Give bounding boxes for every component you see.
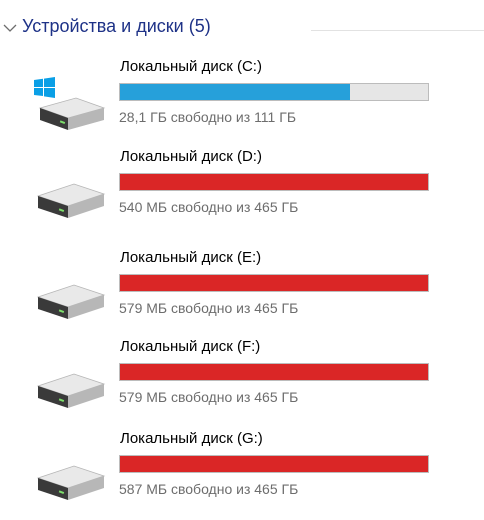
drive-label: Локальный диск (C:) <box>120 58 262 75</box>
drive-free-space: 540 МБ свободно из 465 ГБ <box>119 199 299 215</box>
windows-logo-icon <box>34 77 55 98</box>
drive-usage-bar <box>119 363 429 381</box>
drive-usage-fill <box>120 84 351 100</box>
drive-usage-fill <box>120 456 428 472</box>
group-divider <box>311 30 484 31</box>
drive-label: Локальный диск (D:) <box>120 148 262 165</box>
drive-free-space: 579 МБ свободно из 465 ГБ <box>119 389 299 405</box>
hard-drive-icon <box>36 183 106 218</box>
drive-label: Локальный диск (G:) <box>120 430 263 447</box>
group-header-devices[interactable]: Устройства и диски (5) <box>0 12 484 48</box>
hard-drive-icon <box>36 465 106 500</box>
drive-usage-fill <box>120 364 428 380</box>
windows-system-drive-icon <box>34 77 106 130</box>
drive-usage-bar <box>119 173 429 191</box>
drive-usage-fill <box>120 275 428 291</box>
drive-usage-bar <box>119 83 429 101</box>
drive-item-g[interactable]: Локальный диск (G:) 587 МБ свободно из 4… <box>0 430 484 520</box>
drive-free-space: 28,1 ГБ свободно из 111 ГБ <box>119 109 297 125</box>
drive-label: Локальный диск (F:) <box>120 338 261 355</box>
chevron-down-icon[interactable] <box>3 23 17 33</box>
drive-item-f[interactable]: Локальный диск (F:) 579 МБ свободно из 4… <box>0 338 484 428</box>
drive-item-d[interactable]: Локальный диск (D:) 540 МБ свободно из 4… <box>0 148 484 238</box>
drive-free-space: 579 МБ свободно из 465 ГБ <box>119 300 299 316</box>
drive-usage-bar <box>119 274 429 292</box>
drive-free-space: 587 МБ свободно из 465 ГБ <box>119 481 299 497</box>
drive-label: Локальный диск (E:) <box>120 249 262 266</box>
drive-item-e[interactable]: Локальный диск (E:) 579 МБ свободно из 4… <box>0 249 484 339</box>
drive-usage-fill <box>120 174 428 190</box>
hard-drive-icon <box>36 284 106 319</box>
drive-item-c[interactable]: Локальный диск (C:) 28,1 ГБ свободно из … <box>0 58 484 148</box>
hard-drive-icon <box>36 373 106 408</box>
drive-usage-bar <box>119 455 429 473</box>
group-title: Устройства и диски (5) <box>22 16 211 36</box>
